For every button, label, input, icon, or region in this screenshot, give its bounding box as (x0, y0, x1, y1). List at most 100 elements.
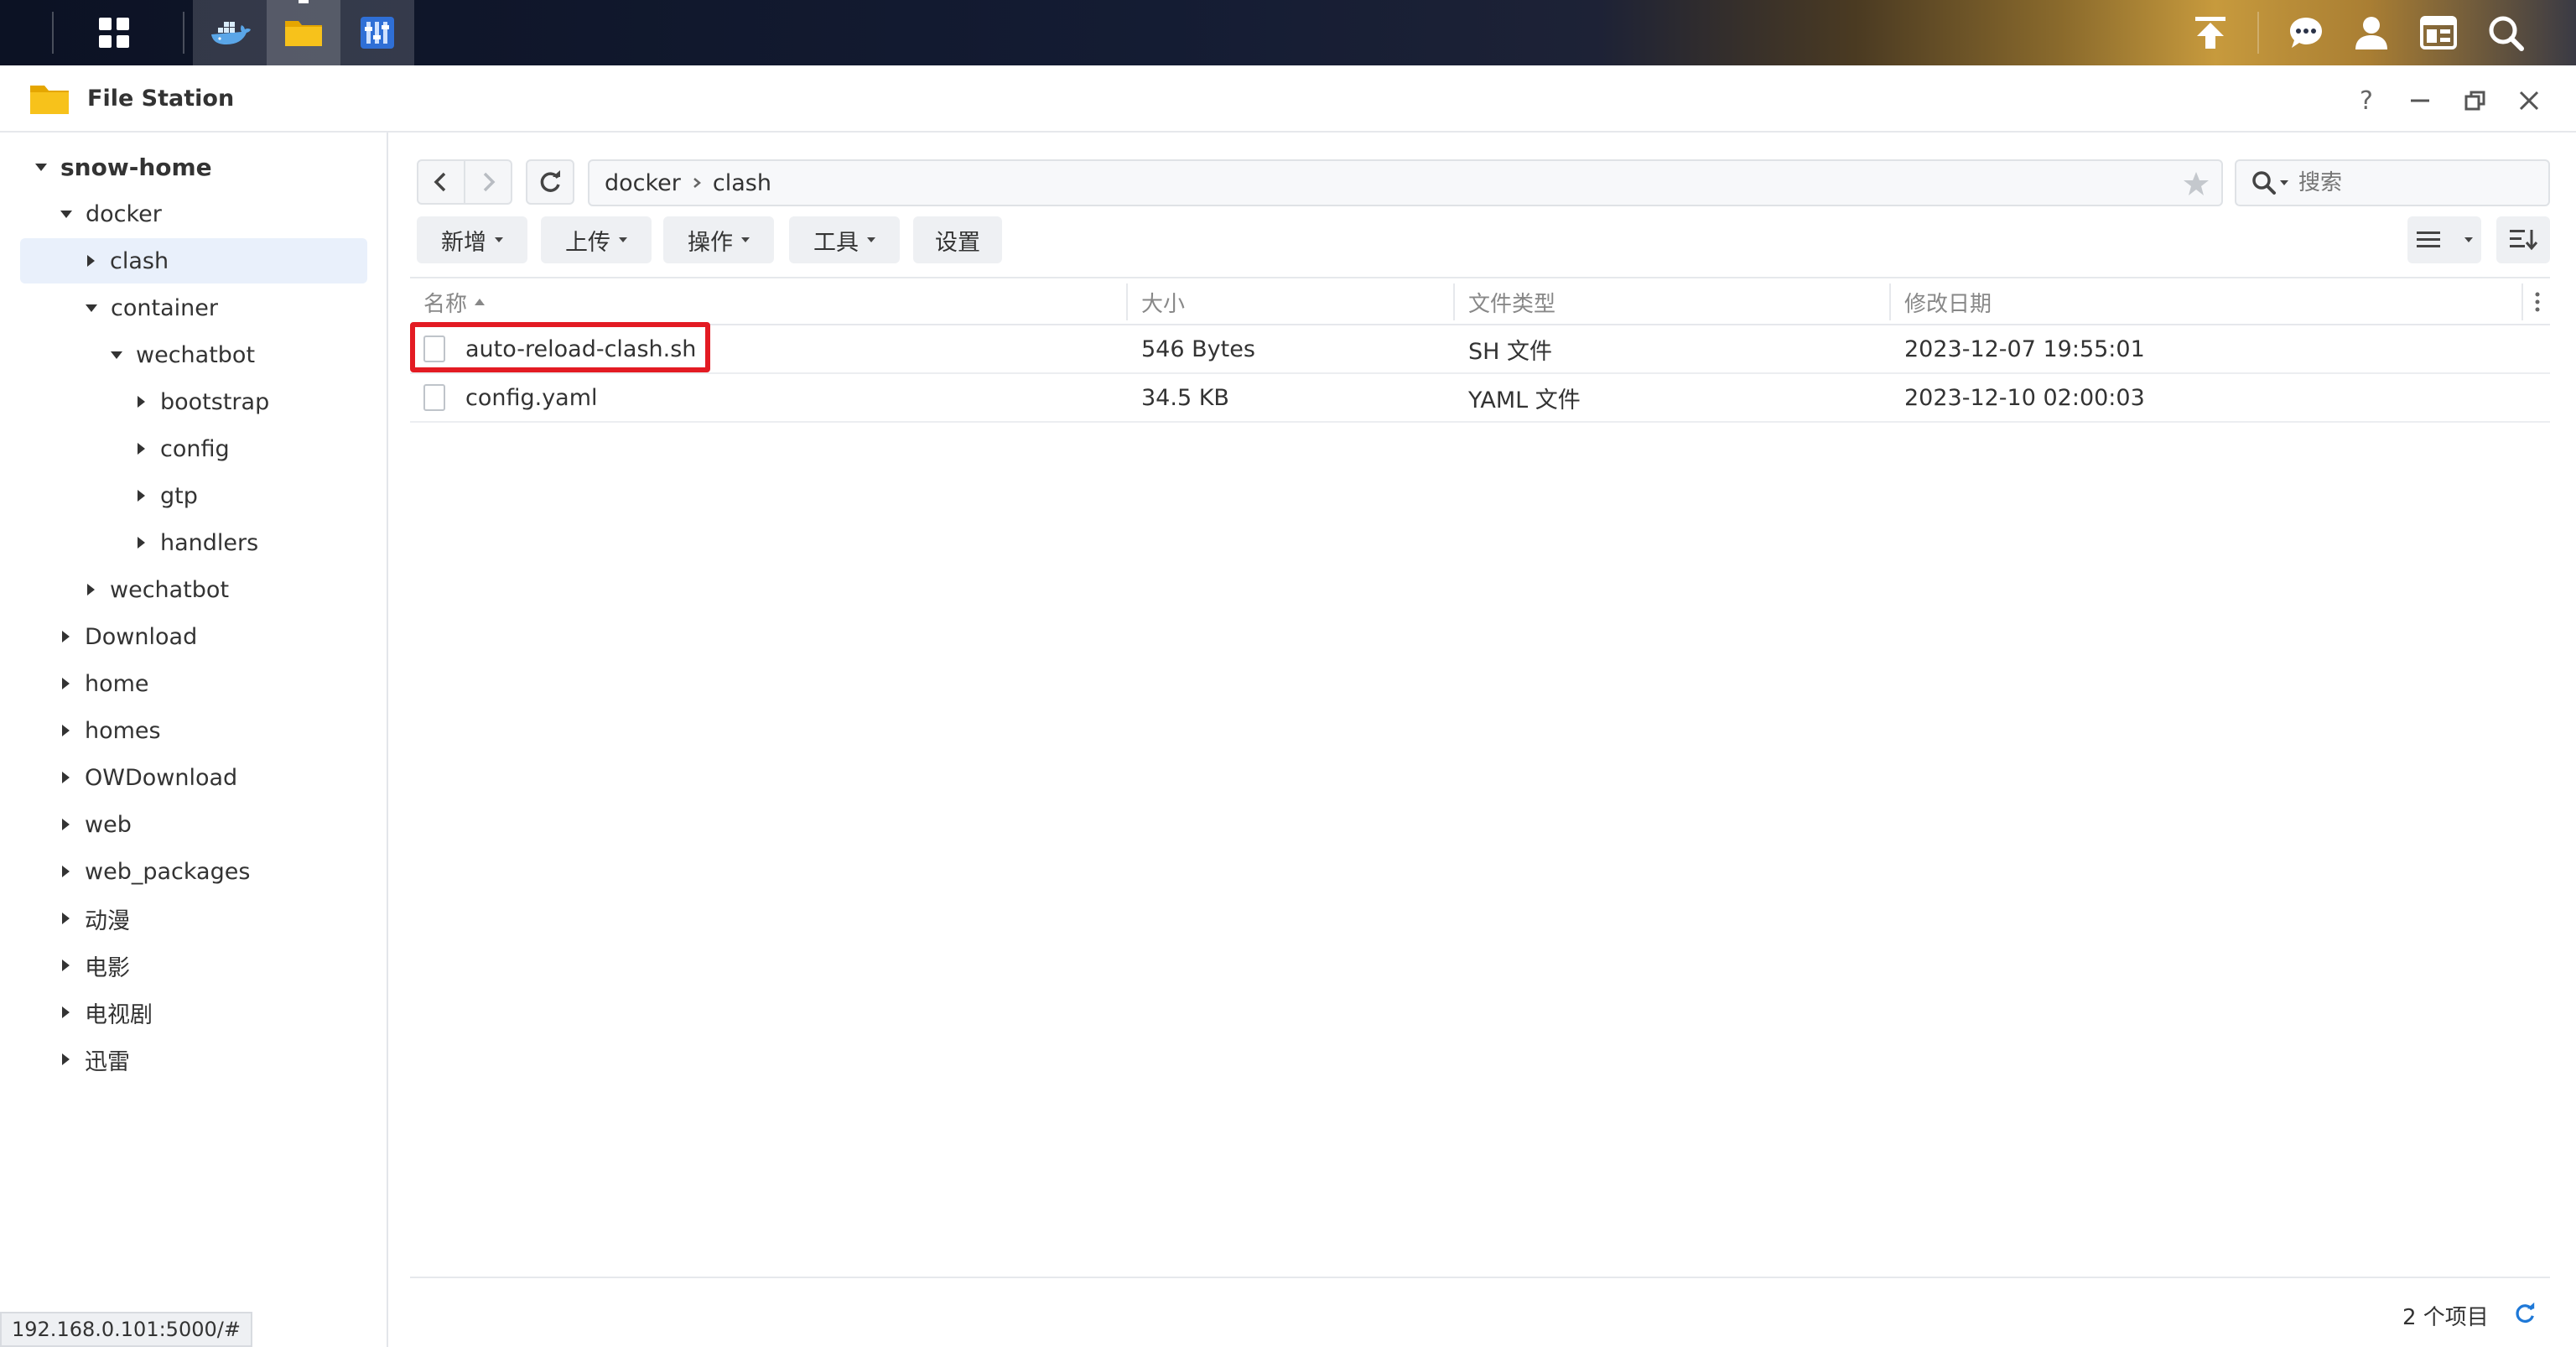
sort-icon (2510, 230, 2537, 251)
table-row[interactable]: auto-reload-clash.sh 546 Bytes SH 文件 202… (410, 325, 2550, 374)
sidebar-item-label: home (85, 670, 149, 697)
upload-button-label: 上传 (565, 229, 610, 256)
column-header-name[interactable]: 名称 (410, 278, 1126, 325)
caret-right-icon[interactable] (138, 490, 145, 502)
sort-button[interactable] (2496, 216, 2550, 263)
caret-right-icon[interactable] (62, 725, 70, 736)
sidebar-item-folder[interactable]: handlers (20, 520, 367, 565)
widgets-button[interactable] (2402, 0, 2475, 65)
chevron-down-icon[interactable] (2280, 180, 2288, 185)
caret-right-icon[interactable] (62, 678, 70, 689)
help-button[interactable]: ? (2348, 82, 2385, 119)
file-modified: 2023-12-07 19:55:01 (1904, 335, 2145, 362)
sidebar-item-folder[interactable]: OWDownload (20, 755, 367, 800)
caret-right-icon[interactable] (62, 772, 70, 783)
sidebar-item-folder[interactable]: docker (20, 191, 367, 237)
path-bar[interactable]: docker clash (588, 159, 2223, 206)
close-button[interactable] (2511, 82, 2547, 119)
sidebar-item-folder[interactable]: wechatbot (20, 332, 367, 377)
caret-down-icon[interactable] (60, 210, 72, 218)
search-button[interactable] (2469, 0, 2542, 65)
view-mode-button[interactable] (2407, 216, 2481, 263)
sidebar-item-folder[interactable]: container (20, 285, 367, 330)
column-header-label: 名称 (423, 291, 468, 317)
minimize-button[interactable] (2402, 82, 2438, 119)
file-icon (423, 384, 445, 411)
sidebar-item-label: 迅雷 (85, 1048, 130, 1075)
search-input[interactable] (2298, 170, 2508, 195)
sidebar-item-folder[interactable]: clash (20, 238, 367, 283)
sidebar-item-folder[interactable]: bootstrap (20, 379, 367, 424)
table-row[interactable]: config.yaml 34.5 KB YAML 文件 2023-12-10 0… (410, 374, 2550, 423)
sidebar-item-folder[interactable]: 电视剧 (20, 990, 367, 1035)
path-segment[interactable]: clash (713, 170, 771, 196)
folder-tree-sidebar: snow-home docker clash container wechatbot bo… (0, 133, 388, 1347)
caret-right-icon[interactable] (138, 443, 145, 455)
chat-bubble-icon (2290, 18, 2322, 48)
star-icon[interactable] (2183, 171, 2210, 196)
sidebar-item-label: homes (85, 717, 161, 744)
tools-button[interactable]: 工具 (789, 216, 900, 263)
caret-right-icon[interactable] (87, 255, 95, 267)
sidebar-item-folder[interactable]: 动漫 (20, 896, 367, 941)
sidebar-item-folder[interactable]: Download (20, 614, 367, 659)
column-header-size[interactable]: 大小 (1128, 278, 1453, 325)
caret-right-icon[interactable] (62, 819, 70, 830)
sidebar-item-folder[interactable]: home (20, 661, 367, 706)
column-header-type[interactable]: 文件类型 (1455, 278, 1889, 325)
user-menu-button[interactable] (2334, 0, 2408, 65)
forward-button[interactable] (464, 159, 512, 205)
footer-refresh-button[interactable] (2506, 1295, 2543, 1332)
caret-down-icon[interactable] (86, 304, 97, 312)
caret-down-icon[interactable] (35, 163, 47, 171)
sidebar-item-label: container (111, 294, 218, 321)
taskbar-app-docker[interactable] (193, 0, 267, 65)
caret-right-icon[interactable] (62, 866, 70, 877)
restore-button[interactable] (2457, 82, 2494, 119)
sidebar-item-folder[interactable]: 电影 (20, 943, 367, 988)
caret-right-icon[interactable] (62, 1053, 70, 1065)
caret-right-icon[interactable] (62, 913, 70, 924)
caret-right-icon[interactable] (138, 537, 145, 549)
taskbar-app-control-panel[interactable] (340, 0, 414, 65)
caret-right-icon[interactable] (87, 584, 95, 595)
sidebar-item-folder[interactable]: wechatbot (20, 567, 367, 612)
sidebar-item-folder[interactable]: web (20, 802, 367, 847)
file-name-cell[interactable]: config.yaml (423, 374, 598, 421)
sidebar-item-folder[interactable]: config (20, 426, 367, 471)
caret-right-icon[interactable] (138, 396, 145, 408)
search-box[interactable] (2235, 159, 2550, 206)
highlight-annotation (410, 322, 710, 372)
file-modified: 2023-12-10 02:00:03 (1904, 384, 2145, 411)
action-button[interactable]: 操作 (663, 216, 774, 263)
sidebar-item-root[interactable]: snow-home (20, 144, 367, 190)
column-header-modified[interactable]: 修改日期 (1891, 278, 2521, 325)
sidebar-item-label: wechatbot (110, 576, 230, 603)
column-options-button[interactable] (2525, 285, 2550, 319)
refresh-button[interactable] (526, 159, 574, 205)
main-menu-button[interactable] (77, 0, 151, 65)
sidebar-item-folder[interactable]: homes (20, 708, 367, 753)
new-button[interactable]: 新增 (417, 216, 527, 263)
caret-right-icon[interactable] (62, 1006, 70, 1018)
chevron-down-icon (619, 237, 627, 242)
caret-right-icon[interactable] (62, 631, 70, 642)
upload-queue-button[interactable] (2174, 0, 2247, 65)
sidebar-item-folder[interactable]: 迅雷 (20, 1037, 367, 1082)
sidebar-item-folder[interactable]: gtp (20, 473, 367, 518)
notifications-button[interactable] (2269, 0, 2343, 65)
column-header-label: 修改日期 (1904, 291, 1992, 317)
taskbar-app-file-station[interactable] (267, 0, 340, 65)
sidebar-item-label: docker (86, 200, 162, 227)
caret-right-icon[interactable] (62, 960, 70, 971)
back-button[interactable] (417, 159, 465, 205)
sidebar-item-folder[interactable]: web_packages (20, 849, 367, 894)
path-segment[interactable]: docker (605, 170, 681, 196)
caret-down-icon[interactable] (111, 351, 122, 359)
status-bar-url: 192.168.0.101:5000/# (0, 1312, 252, 1347)
chevron-down-icon (495, 237, 503, 242)
upload-button[interactable]: 上传 (541, 216, 652, 263)
sidebar-item-label: wechatbot (136, 341, 256, 368)
chevron-left-icon (434, 172, 446, 192)
settings-button[interactable]: 设置 (913, 216, 1002, 263)
